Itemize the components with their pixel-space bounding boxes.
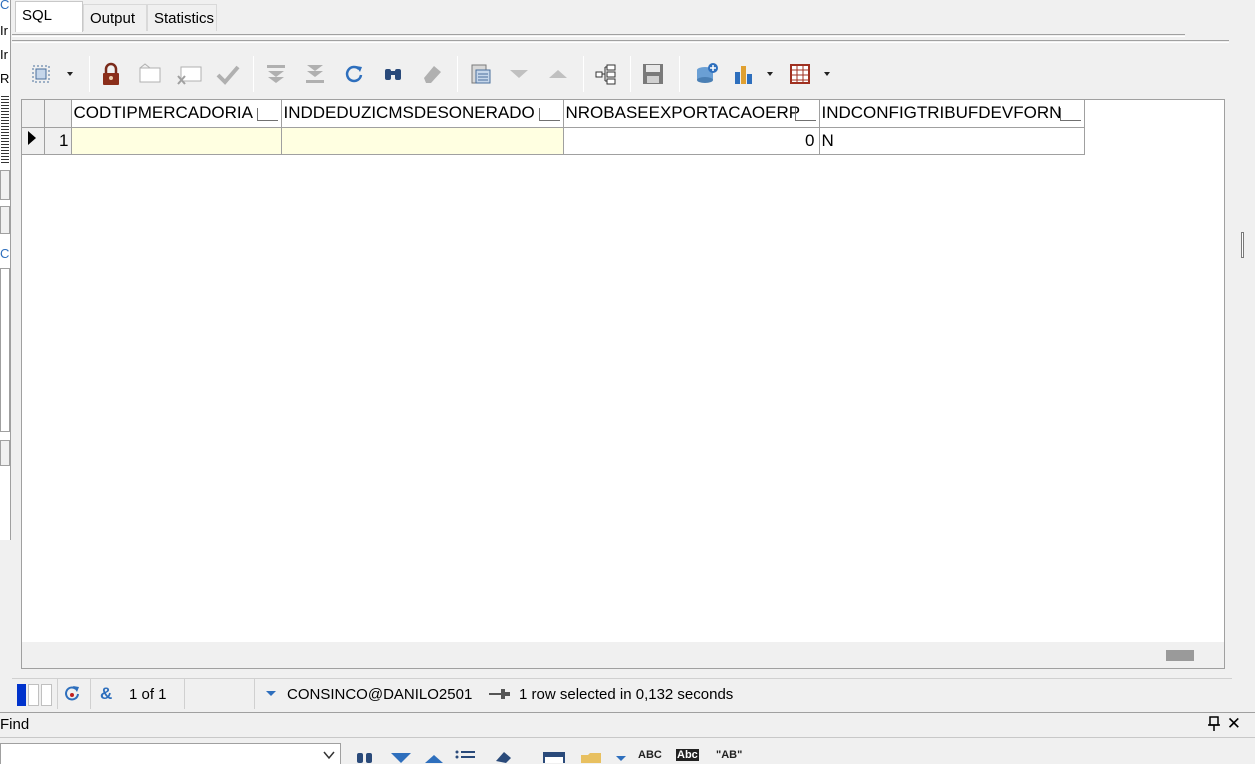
left-side-panel: C Ir Ir R C [0, 0, 11, 540]
status-indicator-empty-2 [41, 684, 52, 706]
column-header[interactable]: CODTIPMERCADORIA [71, 100, 282, 128]
pin-status-icon [488, 684, 512, 706]
connection-dropdown-button[interactable] [264, 684, 278, 706]
save-button[interactable] [639, 60, 667, 88]
tab-divider [12, 34, 1185, 37]
column-header[interactable]: INDDEDUZICMSDESONERADO [281, 100, 564, 128]
grid-cell[interactable] [71, 127, 282, 155]
export-data-button[interactable] [693, 60, 721, 88]
new-record-icon [139, 63, 161, 83]
first-record-icon [267, 65, 285, 83]
pin-icon[interactable] [1207, 716, 1221, 735]
last-record-icon [306, 65, 324, 83]
grid-view-button[interactable] [787, 60, 839, 88]
next-button[interactable] [505, 60, 533, 88]
cancel-record-button[interactable] [175, 60, 203, 88]
editor-tabs: SQL Output Statistics [12, 0, 1255, 32]
lock-button[interactable] [97, 60, 125, 88]
column-sort-handle[interactable] [794, 107, 816, 121]
results-grid[interactable]: CODTIPMERCADORIA INDDEDUZICMSDESONERADO … [21, 99, 1225, 669]
find-button[interactable] [379, 60, 407, 88]
find-options-icon[interactable] [614, 749, 628, 764]
table-row[interactable]: 1 0 N [22, 127, 1085, 155]
column-sort-handle[interactable] [256, 107, 278, 121]
query-by-example-button[interactable] [467, 60, 495, 88]
eraser-icon [424, 66, 441, 83]
status-indicator-empty [28, 684, 39, 706]
whole-word-option[interactable]: Abc [676, 749, 699, 761]
find-eraser-icon[interactable] [494, 749, 514, 764]
regex-option[interactable]: "AB" [716, 749, 742, 761]
header-row: CODTIPMERCADORIA INDDEDUZICMSDESONERADO … [22, 100, 1085, 128]
select-rect-icon [32, 65, 73, 83]
save-icon [643, 64, 663, 84]
query-by-example-icon [471, 64, 491, 84]
previous-button[interactable] [544, 60, 572, 88]
connection-label[interactable]: CONSINCO@DANILO2501 [287, 685, 472, 705]
data-grid-toolbar [22, 52, 1222, 96]
vertical-scroll-handle[interactable] [1241, 232, 1244, 258]
grid-cell[interactable]: N [819, 127, 1085, 155]
grid-view-icon [790, 64, 830, 84]
find-list-icon[interactable] [454, 749, 476, 764]
auto-refresh-button[interactable] [62, 684, 82, 706]
cancel-record-icon [177, 66, 202, 85]
chart-button[interactable] [730, 60, 782, 88]
tab-output[interactable]: Output [83, 4, 147, 31]
tab-divider-2 [12, 40, 1229, 43]
find-window-icon[interactable] [543, 749, 565, 764]
export-data-icon [697, 63, 718, 83]
find-panel: Find ✕ ABC Abc "AB" [0, 712, 1255, 764]
row-number: 1 [44, 127, 72, 155]
find-icon [385, 69, 401, 80]
match-case-option[interactable]: ABC [638, 749, 662, 761]
find-search-input[interactable] [0, 743, 341, 764]
explain-plan-button[interactable] [592, 60, 620, 88]
find-previous-icon[interactable] [424, 749, 444, 764]
refresh-button[interactable] [340, 60, 368, 88]
status-indicator-blue [17, 684, 26, 706]
tab-statistics[interactable]: Statistics [147, 4, 217, 31]
lock-icon [103, 62, 119, 85]
find-next-icon[interactable] [390, 749, 412, 764]
first-record-button[interactable] [262, 60, 290, 88]
column-header[interactable]: INDCONFIGTRIBUFDEVFORN [819, 100, 1085, 128]
post-record-icon [216, 65, 240, 85]
close-icon[interactable]: ✕ [1227, 714, 1241, 734]
chart-icon [735, 66, 773, 84]
explain-plan-icon [595, 64, 616, 85]
status-message: 1 row selected in 0,132 seconds [519, 686, 734, 703]
last-record-button[interactable] [301, 60, 329, 88]
ampersand-icon[interactable]: & [100, 684, 116, 706]
current-row-arrow-icon [28, 131, 36, 145]
column-header[interactable]: NROBASEEXPORTACAOERP [563, 100, 820, 128]
status-bar: & 1 of 1 CONSINCO@DANILO2501 1 row selec… [12, 678, 1232, 710]
horizontal-scrollbar[interactable] [22, 642, 1224, 668]
row-indicator-header [22, 100, 45, 128]
tab-sql[interactable]: SQL [15, 1, 83, 32]
results-table: CODTIPMERCADORIA INDDEDUZICMSDESONERADO … [22, 100, 1085, 155]
find-binoculars-icon[interactable] [356, 749, 374, 764]
find-panel-title: Find [0, 716, 30, 733]
new-record-button[interactable] [136, 60, 164, 88]
next-icon [510, 70, 528, 78]
auto-refresh-icon [65, 686, 79, 701]
grid-cell[interactable] [281, 127, 564, 155]
refresh-icon [345, 65, 363, 83]
record-position: 1 of 1 [129, 686, 167, 703]
column-sort-handle[interactable] [538, 107, 560, 121]
previous-icon [549, 70, 567, 78]
select-rect-button[interactable] [26, 60, 78, 88]
find-folder-icon[interactable] [580, 749, 602, 764]
column-sort-handle[interactable] [1059, 107, 1081, 121]
row-number-header [44, 100, 72, 128]
row-indicator[interactable] [22, 127, 45, 155]
horizontal-scroll-thumb[interactable] [1166, 650, 1194, 661]
eraser-button[interactable] [418, 60, 446, 88]
grid-cell[interactable]: 0 [563, 127, 820, 155]
chevron-down-icon [266, 691, 276, 696]
post-record-button[interactable] [214, 60, 242, 88]
chevron-down-icon[interactable] [322, 748, 336, 762]
